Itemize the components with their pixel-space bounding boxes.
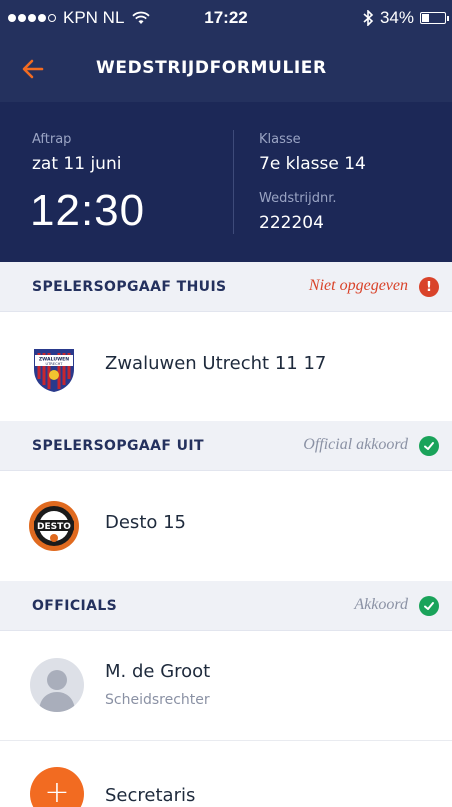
zwaluwen-utrecht-logo-icon: ZWALUWEN UTRECHT <box>34 349 74 392</box>
page-title: WEDSTRIJDFORMULIER <box>96 58 327 78</box>
section-header-away: SPELERSOPGAAF UIT Official akkoord <box>0 421 452 471</box>
add-secretaris-label: Secretaris <box>105 785 196 806</box>
exclamation-icon: ! <box>419 277 439 297</box>
add-button[interactable]: + <box>30 767 84 807</box>
class-value: 7e klasse 14 <box>259 154 366 174</box>
match-date: zat 11 juni <box>32 154 122 174</box>
avatar <box>30 658 84 712</box>
match-number: 222204 <box>259 213 324 233</box>
class-label: Klasse <box>259 132 301 147</box>
team-row-away[interactable]: DESTO Desto 15 <box>0 471 452 581</box>
match-number-label: Wedstrijdnr. <box>259 191 337 206</box>
status-text-officials: Akkoord <box>354 596 408 613</box>
kickoff-time: 12:30 <box>30 186 146 235</box>
add-secretaris-row[interactable]: + Secretaris <box>0 742 452 807</box>
battery-fill <box>422 14 429 22</box>
person-icon <box>39 670 75 712</box>
check-icon <box>419 436 439 456</box>
official-row[interactable]: M. de Groot Scheidsrechter <box>0 631 452 741</box>
section-title-away: SPELERSOPGAAF UIT <box>32 438 204 454</box>
team-name-away: Desto 15 <box>105 512 187 533</box>
bluetooth-icon <box>363 10 374 26</box>
match-info-panel: Aftrap zat 11 juni 12:30 Klasse 7e klass… <box>0 102 452 262</box>
status-right: 34% <box>362 8 449 28</box>
official-name: M. de Groot <box>105 661 211 682</box>
svg-text:UTRECHT: UTRECHT <box>45 362 63 366</box>
arrow-left-icon[interactable] <box>20 56 46 82</box>
desto-logo-icon: DESTO <box>29 501 79 551</box>
status-bar: KPN NL 17:22 34% <box>0 0 452 36</box>
team-row-home[interactable]: ZWALUWEN UTRECHT Zwaluwen Utrecht 11 17 <box>0 312 452 422</box>
svg-text:DESTO: DESTO <box>37 522 71 532</box>
status-text-home: Niet opgegeven <box>308 277 408 294</box>
team-name-home: Zwaluwen Utrecht 11 17 <box>105 353 327 374</box>
section-header-home: SPELERSOPGAAF THUIS Niet opgegeven ! <box>0 262 452 312</box>
check-icon <box>419 596 439 616</box>
section-title-officials: OFFICIALS <box>32 598 118 614</box>
nav-bar: WEDSTRIJDFORMULIER <box>0 36 452 102</box>
info-divider <box>233 130 234 234</box>
battery-percentage: 34% <box>379 8 414 27</box>
kickoff-label: Aftrap <box>32 132 72 147</box>
battery-icon <box>420 12 449 24</box>
section-header-officials: OFFICIALS Akkoord <box>0 581 452 631</box>
section-title-home: SPELERSOPGAAF THUIS <box>32 279 227 295</box>
status-text-away: Official akkoord <box>303 436 408 453</box>
official-role: Scheidsrechter <box>105 692 210 708</box>
